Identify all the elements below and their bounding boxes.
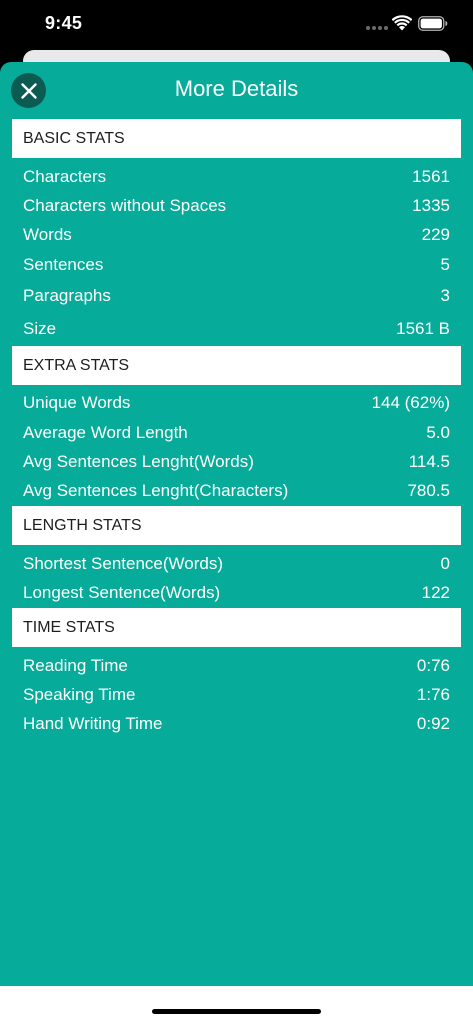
- stat-label: Speaking Time: [23, 684, 136, 704]
- stat-row-hand-writing-time: Hand Writing Time 0:92: [0, 710, 473, 739]
- stat-label: Avg Sentences Lenght(Words): [23, 452, 254, 472]
- stat-row-sentences: Sentences 5: [0, 250, 473, 279]
- stat-value: 3: [440, 286, 450, 306]
- stat-value: 0:92: [416, 714, 450, 734]
- status-bar: 9:45: [0, 0, 473, 52]
- section-header-length-stats: LENGTH STATS: [12, 506, 461, 546]
- stat-label: Words: [23, 225, 72, 245]
- wifi-icon: [392, 15, 412, 31]
- section-length-stats: Shortest Sentence(Words) 0 Longest Sente…: [0, 545, 473, 608]
- stat-label: Characters: [23, 166, 107, 186]
- home-indicator[interactable]: [152, 1009, 321, 1014]
- stat-label: Longest Sentence(Words): [23, 583, 221, 603]
- stat-value: 0:76: [416, 655, 450, 675]
- stat-row-average-word-length: Average Word Length 5.0: [0, 418, 473, 447]
- stat-row-avg-sentence-length-words: Avg Sentences Lenght(Words) 114.5: [0, 447, 473, 476]
- signal-dots-icon: [366, 26, 388, 32]
- sheet-title-text: More Details: [174, 76, 299, 101]
- stat-row-words: Words 229: [0, 221, 473, 250]
- section-time-stats: Reading Time 0:76 Speaking Time 1:76 Han…: [0, 647, 473, 739]
- stat-row-characters-without-spaces: Characters without Spaces 1335: [0, 191, 473, 220]
- section-header-extra-stats: EXTRA STATS: [12, 345, 461, 385]
- stat-row-unique-words: Unique Words 144 (62%): [0, 389, 473, 418]
- stat-row-paragraphs: Paragraphs 3: [0, 280, 473, 313]
- stat-label: Avg Sentences Lenght(Characters): [23, 481, 289, 501]
- stat-value: 1561: [412, 166, 450, 186]
- stat-value: 5: [440, 254, 450, 274]
- stat-row-reading-time: Reading Time 0:76: [0, 651, 473, 680]
- stats-list: BASIC STATS Characters 1561 Characters w…: [0, 119, 473, 739]
- stat-row-shortest-sentence: Shortest Sentence(Words) 0: [0, 549, 473, 578]
- stat-label: Characters without Spaces: [23, 196, 227, 216]
- more-details-sheet: More Details BASIC STATS Characters 1561…: [0, 62, 473, 1024]
- stat-row-longest-sentence: Longest Sentence(Words) 122: [0, 579, 473, 608]
- stat-value: 1561 B: [396, 319, 450, 339]
- stat-label: Reading Time: [23, 655, 128, 675]
- stat-label: Size: [23, 319, 57, 339]
- stat-value: 1:76: [416, 684, 450, 704]
- home-indicator-area: [0, 986, 473, 1024]
- stat-label: Unique Words: [23, 393, 131, 413]
- stat-row-characters: Characters 1561: [0, 162, 473, 191]
- section-basic-stats: Characters 1561 Characters without Space…: [0, 158, 473, 346]
- stat-label: Shortest Sentence(Words): [23, 553, 223, 573]
- sheet-title: More Details: [0, 76, 473, 102]
- stat-value: 5.0: [426, 422, 450, 442]
- stat-value: 144 (62%): [371, 393, 450, 413]
- stat-label: Paragraphs: [23, 286, 111, 306]
- stat-row-speaking-time: Speaking Time 1:76: [0, 680, 473, 709]
- battery-icon: [418, 16, 448, 31]
- stat-row-size: Size 1561 B: [0, 313, 473, 346]
- stat-value: 0: [440, 553, 450, 573]
- stat-label: Hand Writing Time: [23, 714, 163, 734]
- stat-value: 780.5: [407, 481, 450, 501]
- stat-value: 229: [421, 225, 450, 245]
- section-header-time-stats: TIME STATS: [12, 607, 461, 647]
- section-header-basic-stats: BASIC STATS: [12, 119, 461, 158]
- stat-label: Average Word Length: [23, 422, 188, 442]
- stat-value: 1335: [412, 196, 450, 216]
- stat-row-avg-sentence-length-characters: Avg Sentences Lenght(Characters) 780.5: [0, 477, 473, 506]
- stat-value: 114.5: [408, 452, 450, 472]
- status-time: 9:45: [45, 13, 83, 33]
- section-extra-stats: Unique Words 144 (62%) Average Word Leng…: [0, 385, 473, 507]
- stat-value: 122: [421, 583, 450, 603]
- stat-label: Sentences: [23, 254, 104, 274]
